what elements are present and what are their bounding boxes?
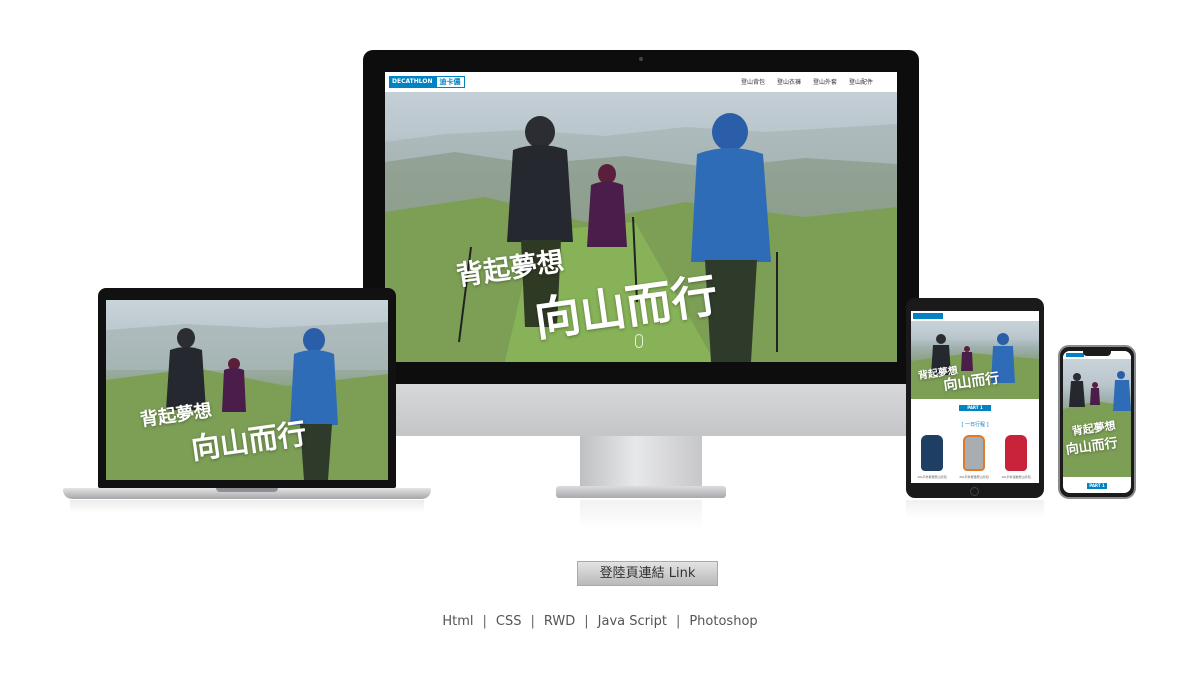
nav-item-backpacks[interactable]: 登山背包 <box>741 77 765 86</box>
site-navbar: DECATHLON 迪卡儂 登山背包 登山衣褲 登山外套 登山配件 <box>385 72 897 92</box>
tech-javascript: Java Script <box>597 614 667 629</box>
desktop-mockup: 背起夢想 向山而行 DECATHLON 迪卡儂 登山背包 登山衣褲 登山外套 登… <box>363 50 919 384</box>
phone-mountain-scene <box>1063 371 1131 477</box>
hero-image: 背起夢想 向山而行 <box>385 72 897 362</box>
phone-logo <box>1066 353 1084 357</box>
laptop-shadow <box>70 500 424 512</box>
landing-page-link-button[interactable]: 登陸頁連結 Link <box>577 561 718 586</box>
phone-hero-image: 背起夢想 向山而行 <box>1063 359 1131 477</box>
nav-item-jackets[interactable]: 登山外套 <box>813 77 837 86</box>
logo-brand: DECATHLON <box>389 76 436 88</box>
tech-stack-list: Html | CSS | RWD | Java Script | Photoshop <box>0 614 1200 629</box>
tablet-section-sub: [ 一日行程 ] <box>961 422 989 428</box>
tablet-hero: 背起夢想 向山而行 <box>911 321 1039 399</box>
phone-part-badge: PART 1 <box>1087 483 1107 489</box>
phone-mockup: 背起夢想 向山而行 PART 1 <box>1058 345 1136 499</box>
camera-dot <box>639 57 643 61</box>
product-label-3: 10L戶外運動登山背包 <box>1001 475 1031 479</box>
backpack-navy[interactable] <box>921 435 943 471</box>
nav-item-clothing[interactable]: 登山衣褲 <box>777 77 801 86</box>
phone-hero: 背起夢想 向山而行 <box>1063 359 1131 477</box>
product-label-2: 20L戶外輕量登山背包 <box>959 475 989 479</box>
laptop-screen: 背起夢想 向山而行 <box>106 300 388 480</box>
desktop-screen: 背起夢想 向山而行 DECATHLON 迪卡儂 登山背包 登山衣褲 登山外套 登… <box>385 72 897 362</box>
laptop-notch <box>216 488 278 492</box>
nav-links: 登山背包 登山衣褲 登山外套 登山配件 <box>741 77 873 86</box>
tablet-screen: 背起夢想 向山而行 PART 1 [ 一日行程 ] 10L戶外輕量登山背包 20… <box>911 311 1039 483</box>
tech-photoshop: Photoshop <box>689 614 758 629</box>
tech-separator: | <box>675 614 681 629</box>
tech-separator: | <box>584 614 589 629</box>
desktop-reflection <box>580 500 702 530</box>
laptop-mockup: 背起夢想 向山而行 <box>98 288 396 488</box>
logo-cn: 迪卡儂 <box>435 76 465 88</box>
tablet-home-button <box>970 487 979 496</box>
tablet-navbar <box>911 311 1039 321</box>
tech-separator: | <box>530 614 535 629</box>
backpack-red[interactable] <box>1005 435 1027 471</box>
phone-notch <box>1083 351 1111 356</box>
phone-screen: 背起夢想 向山而行 PART 1 <box>1063 351 1131 493</box>
desktop-foot <box>556 486 726 498</box>
tablet-hero-image: 背起夢想 向山而行 <box>911 321 1039 399</box>
backpack-grey[interactable] <box>963 435 985 471</box>
tech-rwd: RWD <box>543 614 576 629</box>
desktop-chin <box>363 384 919 436</box>
tablet-part-badge: PART 1 <box>959 405 991 411</box>
mouse-scroll-icon[interactable] <box>635 334 643 348</box>
nav-item-accessories[interactable]: 登山配件 <box>849 77 873 86</box>
laptop-hero-image: 背起夢想 向山而行 <box>106 300 388 480</box>
tech-html: Html <box>442 614 474 629</box>
desktop-stand <box>580 436 702 488</box>
tech-separator: | <box>482 614 487 629</box>
product-label-1: 10L戶外輕量登山背包 <box>917 475 947 479</box>
tech-css: CSS <box>495 614 522 629</box>
tablet-mockup: 背起夢想 向山而行 PART 1 [ 一日行程 ] 10L戶外輕量登山背包 20… <box>906 298 1044 498</box>
decathlon-logo[interactable]: DECATHLON 迪卡儂 <box>389 76 465 88</box>
tablet-logo <box>913 313 943 319</box>
tablet-reflection <box>906 500 1044 518</box>
